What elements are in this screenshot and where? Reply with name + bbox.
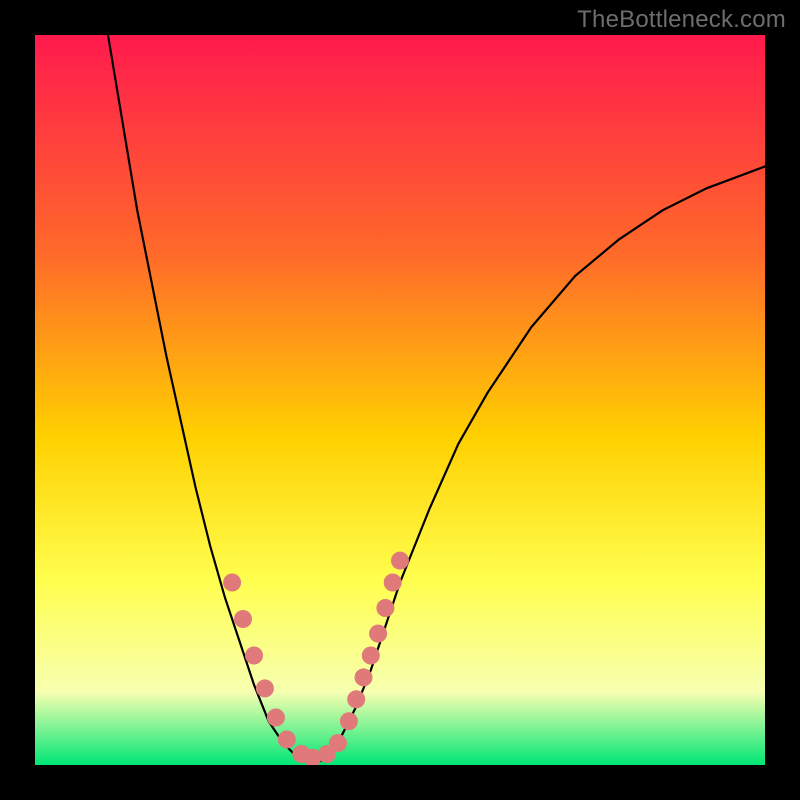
highlight-dot bbox=[234, 610, 252, 628]
highlight-dot bbox=[245, 647, 263, 665]
bottleneck-curve-right bbox=[312, 166, 765, 765]
highlight-dots bbox=[223, 552, 409, 765]
highlight-dot bbox=[329, 734, 347, 752]
highlight-dot bbox=[369, 625, 387, 643]
highlight-dot bbox=[223, 574, 241, 592]
highlight-dot bbox=[384, 574, 402, 592]
chart-stage: TheBottleneck.com bbox=[0, 0, 800, 800]
highlight-dot bbox=[278, 731, 296, 749]
highlight-dot bbox=[340, 712, 358, 730]
highlight-dot bbox=[256, 679, 274, 697]
highlight-dot bbox=[355, 668, 373, 686]
highlight-dot bbox=[267, 709, 285, 727]
highlight-dot bbox=[347, 690, 365, 708]
chart-overlay bbox=[35, 35, 765, 765]
bottleneck-curve-left bbox=[108, 35, 312, 765]
highlight-dot bbox=[376, 599, 394, 617]
highlight-dot bbox=[362, 647, 380, 665]
plot-area bbox=[35, 35, 765, 765]
highlight-dot bbox=[391, 552, 409, 570]
watermark-text: TheBottleneck.com bbox=[577, 6, 786, 34]
